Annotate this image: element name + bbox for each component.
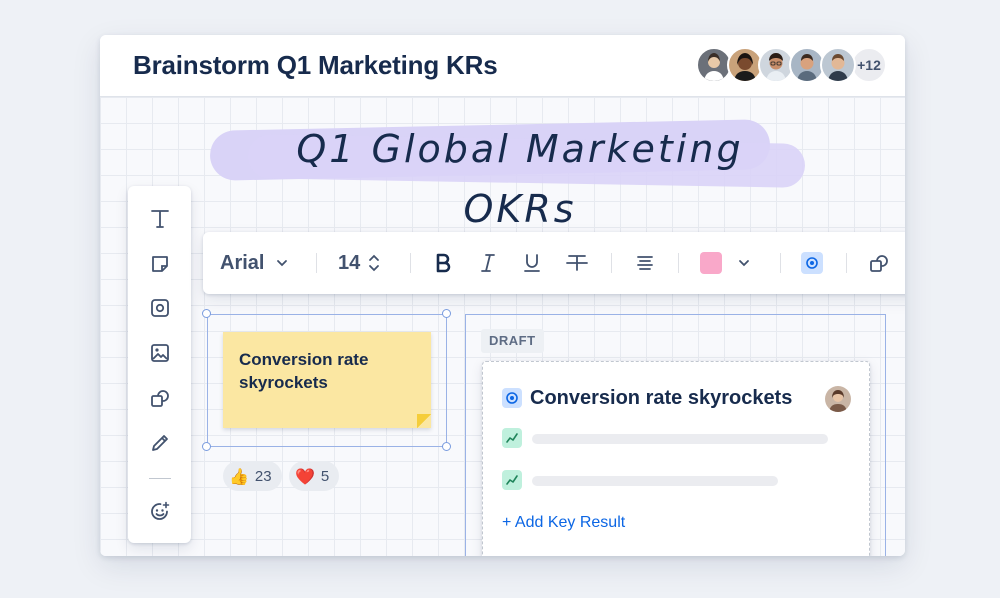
resize-handle[interactable] <box>442 309 451 318</box>
strikethrough-icon <box>566 255 588 271</box>
board-canvas[interactable]: Q1 Global Marketing OKRs Arial 14 Conver… <box>100 97 905 556</box>
board-header: Brainstorm Q1 Marketing KRs +12 <box>100 35 905 97</box>
color-picker[interactable] <box>700 232 752 294</box>
pen-tool-button[interactable] <box>147 430 173 456</box>
reaction-count: 5 <box>320 467 330 485</box>
toolbar-separator <box>410 253 411 273</box>
reactions-tool-button[interactable] <box>147 499 173 525</box>
whiteboard-window: Brainstorm Q1 Marketing KRs +12 Q1 Globa… <box>100 35 905 556</box>
shapes-icon <box>870 255 888 272</box>
thumbs-up-icon: 👍 <box>229 466 249 486</box>
text-tool-button[interactable] <box>147 206 173 232</box>
add-emoji-icon <box>151 501 170 520</box>
font-size-value: 14 <box>338 251 361 274</box>
font-family-value: Arial <box>220 251 265 274</box>
okr-card[interactable]: Conversion rate skyrockets + Add Key Res… <box>482 361 870 556</box>
trend-icon <box>502 428 522 448</box>
shapes-button[interactable] <box>867 232 891 294</box>
sticky-note-tool-button[interactable] <box>147 251 173 277</box>
owner-avatar[interactable] <box>825 386 851 412</box>
text-format-toolbar: Arial 14 <box>203 232 905 294</box>
image-tool-button[interactable] <box>147 340 173 366</box>
collaborator-avatars[interactable]: +12 <box>696 47 887 85</box>
sticky-note[interactable]: Conversion rate skyrockets <box>223 332 431 428</box>
board-title[interactable]: Brainstorm Q1 Marketing KRs <box>133 50 498 81</box>
goal-icon <box>801 252 823 274</box>
goal-toggle-button[interactable] <box>801 232 823 294</box>
text-icon <box>151 210 169 228</box>
italic-button[interactable] <box>476 232 500 294</box>
bold-icon <box>436 253 451 273</box>
goal-tool-button[interactable] <box>147 295 173 321</box>
key-result-placeholder[interactable] <box>532 434 828 444</box>
goal-icon <box>151 299 169 317</box>
sticky-note-fold <box>417 414 431 428</box>
chevron-down-icon <box>277 260 288 267</box>
sticky-note-text[interactable]: Conversion rate skyrockets <box>239 348 419 394</box>
sticky-note-icon <box>152 256 168 272</box>
stepper-arrows-icon <box>369 254 380 272</box>
align-center-icon <box>637 256 653 270</box>
bold-button[interactable] <box>431 232 455 294</box>
underline-button[interactable] <box>520 232 544 294</box>
pencil-icon <box>152 435 168 451</box>
shapes-tool-button[interactable] <box>147 385 173 411</box>
add-key-result-link[interactable]: + Add Key Result <box>502 514 625 532</box>
reaction-heart[interactable]: ❤️ 5 <box>289 461 340 491</box>
toolbar-separator <box>780 253 781 273</box>
heart-icon: ❤️ <box>295 466 315 486</box>
underline-icon <box>524 254 540 272</box>
key-result-placeholder[interactable] <box>532 476 778 486</box>
chevron-down-icon <box>739 260 749 267</box>
board-banner-text[interactable]: Q1 Global Marketing OKRs <box>250 119 790 231</box>
toolbar-separator <box>316 253 317 273</box>
resize-handle[interactable] <box>202 309 211 318</box>
toolbar-separator <box>611 253 612 273</box>
tool-palette <box>128 186 191 543</box>
toolbar-separator <box>846 253 847 273</box>
color-swatch <box>700 252 722 274</box>
image-icon <box>151 344 169 362</box>
italic-icon <box>481 254 495 272</box>
trend-icon <box>502 470 522 490</box>
resize-handle[interactable] <box>442 442 451 451</box>
strikethrough-button[interactable] <box>564 232 590 294</box>
font-family-dropdown[interactable]: Arial <box>220 232 290 294</box>
more-collaborators-badge[interactable]: +12 <box>851 47 887 83</box>
reaction-count: 23 <box>254 467 272 485</box>
tool-divider <box>149 478 171 479</box>
shapes-icon <box>151 390 169 407</box>
reaction-thumbs-up[interactable]: 👍 23 <box>223 461 282 491</box>
goal-icon <box>502 388 522 408</box>
align-button[interactable] <box>633 232 657 294</box>
draft-badge: DRAFT <box>481 329 544 353</box>
resize-handle[interactable] <box>202 442 211 451</box>
font-size-stepper[interactable]: 14 <box>338 232 382 294</box>
avatar[interactable] <box>820 47 856 83</box>
okr-card-title[interactable]: Conversion rate skyrockets <box>530 387 792 410</box>
toolbar-separator <box>678 253 679 273</box>
